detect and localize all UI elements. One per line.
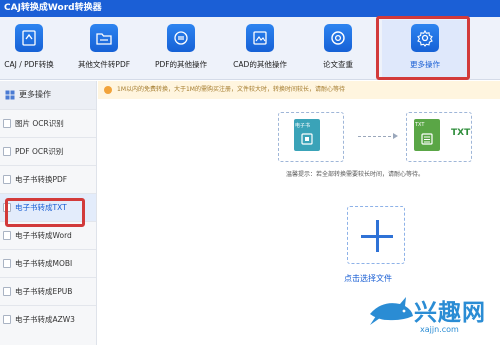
watermark-text: 兴趣网 <box>414 300 486 326</box>
sidebar-header-label: 更多操作 <box>19 90 51 99</box>
tool-label: 论文查重 <box>323 60 353 69</box>
window-title: CAJ转换成Word转换器 <box>4 3 102 13</box>
tool-label: CAD的其他操作 <box>233 60 287 69</box>
refresh-cycle-icon <box>167 24 195 52</box>
ebook-file-icon: 电子书 <box>294 119 320 151</box>
arrow-icon <box>358 133 398 139</box>
tip-text: 温馨提示：若全部转换需要较长时间，请耐心等待。 <box>286 171 425 178</box>
document-icon <box>3 147 11 156</box>
sidebar-item-label: 电子书转成MOBI <box>15 259 73 268</box>
info-icon <box>104 86 112 94</box>
tool-label: 其他文件转PDF <box>77 60 131 69</box>
notice-text: 1M以内的免费转换，大于1M的需购买注册，文件较大时，转换时间较长，请耐心等待 <box>117 86 345 93</box>
title-bar: CAJ转换成Word转换器 <box>0 0 500 17</box>
at-sign-icon <box>324 24 352 52</box>
notice-bar: 1M以内的免费转换，大于1M的需购买注册，文件较大时，转换时间较长，请耐心等待 <box>98 81 500 99</box>
shark-logo-icon <box>370 297 413 325</box>
tool-caj-pdf-convert[interactable]: CAJ / PDF转换 <box>0 24 58 78</box>
highlight-box-ebook-txt <box>5 198 85 227</box>
target-format-card: TXT TXT <box>406 112 472 162</box>
more-menu-icon <box>5 90 15 100</box>
sidebar-item-label: 图片 OCR识别 <box>15 119 64 128</box>
document-icon <box>3 175 11 184</box>
folder-icon <box>90 24 118 52</box>
document-icon <box>3 287 11 296</box>
tool-thesis-check[interactable]: 论文查重 <box>310 24 366 78</box>
sidebar-item-ebook-azw3[interactable]: 电子书转成AZW3 <box>0 305 96 333</box>
highlight-box-more-actions <box>376 16 470 80</box>
sidebar-item-label: 电子书转成Word <box>15 231 72 240</box>
select-file-label[interactable]: 点击选择文件 <box>344 273 392 284</box>
sidebar-item-image-ocr[interactable]: 图片 OCR识别 <box>0 109 96 137</box>
document-icon <box>3 231 11 240</box>
sidebar-item-ebook-mobi[interactable]: 电子书转成MOBI <box>0 249 96 277</box>
txt-file-icon: TXT <box>414 119 440 151</box>
sidebar-item-ebook-pdf[interactable]: 电子书转换PDF <box>0 165 96 193</box>
sidebar-item-label: 电子书转成EPUB <box>15 287 73 296</box>
image-frame-icon <box>246 24 274 52</box>
sidebar-item-ebook-epub[interactable]: 电子书转成EPUB <box>0 277 96 305</box>
source-format-label: 电子书 <box>295 123 311 129</box>
tool-label: CAJ / PDF转换 <box>4 60 54 69</box>
document-icon <box>3 315 11 324</box>
sidebar-header: 更多操作 <box>0 81 96 109</box>
target-format-text: TXT <box>451 128 471 138</box>
tool-cad-other[interactable]: CAD的其他操作 <box>226 24 294 78</box>
source-format-card: 电子书 <box>278 112 344 162</box>
caj-pdf-convert-icon <box>15 24 43 52</box>
plus-icon-vertical <box>376 220 379 252</box>
sidebar-item-label: 电子书转成AZW3 <box>15 315 75 324</box>
document-icon <box>3 259 11 268</box>
tool-pdf-other[interactable]: PDF的其他操作 <box>148 24 214 78</box>
conversion-flow: 电子书 TXT TXT <box>278 112 473 164</box>
tool-label: PDF的其他操作 <box>154 60 208 69</box>
sidebar-item-pdf-ocr[interactable]: PDF OCR识别 <box>0 137 96 165</box>
target-format-label: TXT <box>415 122 425 128</box>
select-file-button[interactable] <box>347 206 405 264</box>
sidebar-item-label: 电子书转换PDF <box>15 175 68 184</box>
watermark-url: xajjn.com <box>420 325 459 334</box>
sidebar-item-label: PDF OCR识别 <box>15 147 64 156</box>
document-icon <box>3 119 11 128</box>
watermark: 兴趣网 xajjn.com <box>368 288 500 345</box>
tool-other-to-pdf[interactable]: 其他文件转PDF <box>70 24 138 78</box>
